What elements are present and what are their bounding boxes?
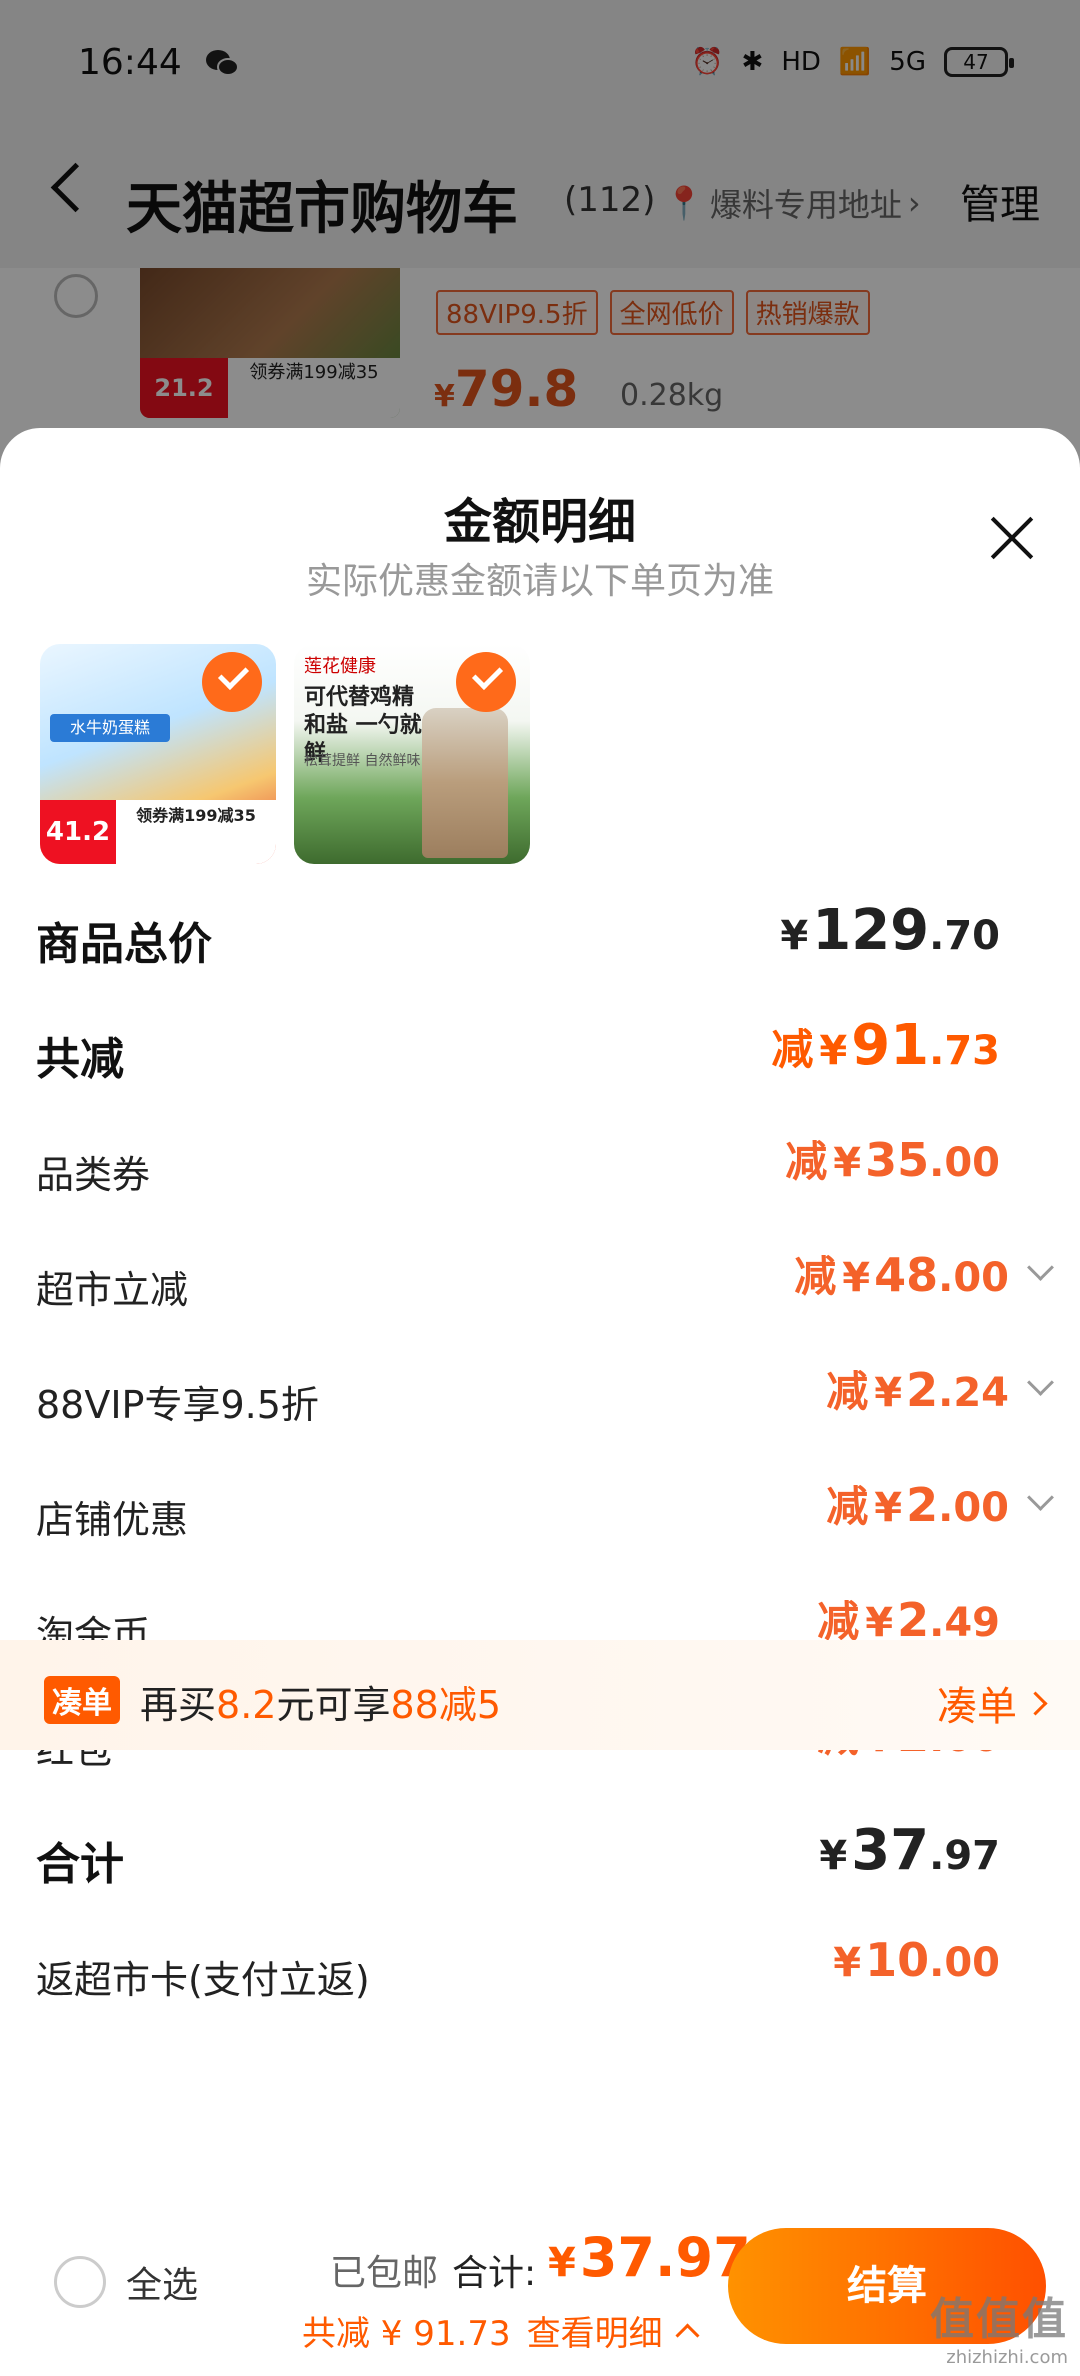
row-label: 品类券 [36,1153,151,1197]
row-88vip-discount[interactable]: 88VIP专享9.5折 减 ¥2.24 [0,1340,1080,1455]
add-on-promo-bar[interactable]: 凑单 再买8.2元可享88减5 凑单 [0,1640,1080,1750]
add-on-link[interactable]: 凑单 [937,1674,1048,1732]
product-thumb-cake[interactable]: 水牛奶蛋糕 41.2 领券满199减35 [40,644,276,864]
bottle-image [422,708,508,858]
thumb-brand: 莲花健康 [304,656,376,677]
thumb-coupon-band: 领券满199减35 [116,800,276,864]
watermark: 值值值 zhizhizhi.com [930,2294,1068,2368]
detail-toggle[interactable]: 共减 ¥ 91.73 查看明细 [302,2306,700,2355]
row-label: 合计 [36,1839,124,1890]
row-amount: 减 ¥91.73 [771,1013,1000,1078]
thumb-product-label: 水牛奶蛋糕 [50,714,170,742]
select-all-toggle[interactable]: 全选 [54,2256,198,2308]
total-label: 合计: [452,2253,537,2294]
chevron-up-icon [675,2323,700,2348]
chevron-right-icon [1023,1690,1048,1716]
row-label: 88VIP专享9.5折 [36,1383,319,1427]
row-label: 商品总价 [36,919,212,970]
dim-overlay[interactable] [0,0,1080,480]
row-amount: ¥37.97 [819,1818,1000,1883]
thumb-subslogan: 松茸提鲜 自然鲜味 [304,753,421,769]
chevron-down-icon[interactable] [1027,1254,1054,1281]
row-amount: ¥10.00 [833,1933,1000,1987]
row-label: 共减 [36,1034,124,1085]
thumb-price-badge: 41.2 [40,800,116,864]
sheet-subtitle: 实际优惠金额请以下单页为准 [305,561,774,602]
selected-products: 水牛奶蛋糕 41.2 领券满199减35 莲花健康 可代替鸡精和盐 一勺就鲜 松… [40,644,530,864]
amount-rows: 商品总价 ¥129.70 共减 减 ¥91.73 品类券 减 ¥35.00 超市立减… [0,880,1080,2030]
background-page: 16:44 ⏰ ✱ HD 📶 5G 47 天猫超市购物车 (112) 📍 爆料专… [0,0,1080,480]
close-icon[interactable] [988,514,1036,562]
row-amount: ¥129.70 [780,898,1000,963]
row-total-discount: 共减 减 ¥91.73 [0,995,1080,1110]
row-label: 超市立减 [36,1268,189,1312]
row-cashback-card: 返超市卡(支付立返) ¥10.00 [0,1915,1080,2030]
product-thumb-seasoning[interactable]: 莲花健康 可代替鸡精和盐 一勺就鲜 松茸提鲜 自然鲜味 [294,644,530,864]
select-all-label: 全选 [126,2265,199,2306]
row-label: 返超市卡(支付立返) [36,1958,370,2002]
free-shipping-label: 已包邮 [330,2253,439,2294]
total-amount: ¥37.97 [548,2226,751,2289]
row-category-coupon: 品类券 减 ¥35.00 [0,1110,1080,1225]
chevron-down-icon[interactable] [1027,1484,1054,1511]
checkout-bar: 全选 已包邮 合计: ¥37.97 共减 ¥ 91.73 查看明细 结算 值值值… [0,2180,1080,2376]
row-amount: 减 ¥48.00 [794,1243,1054,1304]
row-amount: 减 ¥35.00 [785,1133,1000,1187]
sheet-title: 金额明细 [443,494,636,550]
total-discount-text: 共减 ¥ 91.73 [302,2314,511,2354]
row-label: 店铺优惠 [36,1498,189,1542]
row-amount: 减¥2.00 [826,1473,1054,1534]
check-icon[interactable] [202,652,262,712]
promo-text: 再买8.2元可享88减5 [140,1683,501,1727]
promo-badge: 凑单 [44,1676,120,1724]
row-amount: 减 ¥2.24 [826,1358,1054,1419]
amount-detail-sheet: 金额明细 实际优惠金额请以下单页为准 水牛奶蛋糕 41.2 领券满199减35 … [0,428,1080,2376]
select-all-radio[interactable] [54,2256,106,2308]
row-total-price: 商品总价 ¥129.70 [0,880,1080,995]
view-detail-label: 查看明细 [526,2314,663,2354]
check-icon[interactable] [456,652,516,712]
row-supermarket-discount[interactable]: 超市立减 减 ¥48.00 [0,1225,1080,1340]
row-store-discount[interactable]: 店铺优惠 减 ¥2.00 [0,1455,1080,1570]
row-grand-total: 合计 ¥37.97 [0,1800,1080,1915]
chevron-down-icon[interactable] [1027,1369,1054,1396]
